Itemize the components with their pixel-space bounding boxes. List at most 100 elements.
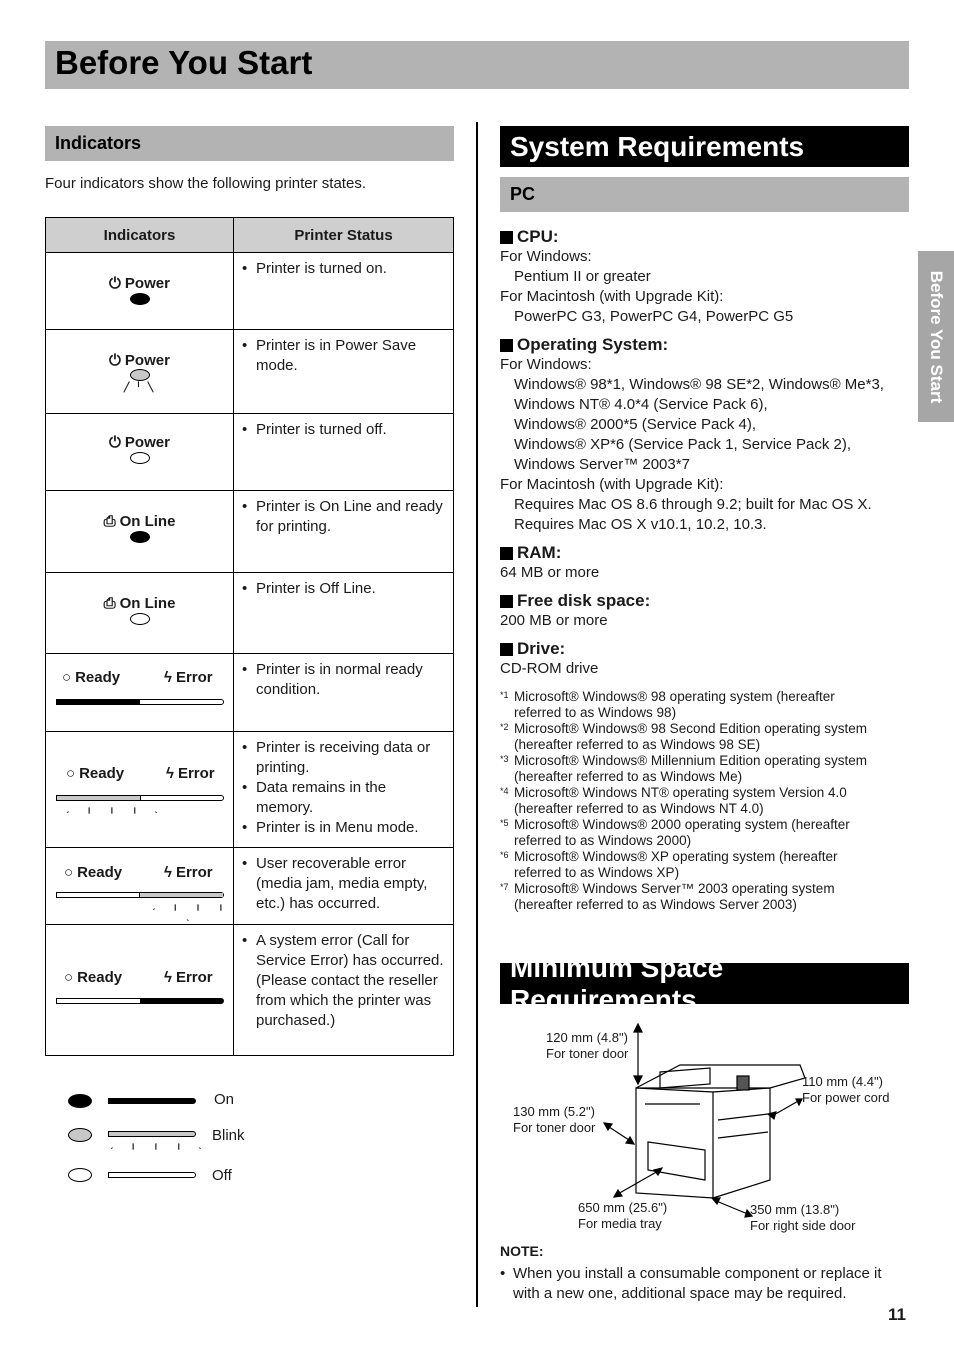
led-off-icon (129, 613, 150, 625)
system-requirements-heading: System Requirements (510, 130, 805, 162)
table-row: ⎙On Line Printer is Off Line. (45, 572, 454, 654)
led-on-icon (68, 1094, 92, 1108)
footnote-line: Microsoft® Windows NT® operating system … (514, 785, 847, 800)
ready-error-bar (56, 795, 224, 801)
os-label: Operating System: (517, 335, 669, 354)
status-cell: Printer is turned off. (233, 413, 454, 491)
disk-value: 200 MB or more (500, 612, 608, 629)
status-item: User recoverable error (media jam, media… (242, 854, 447, 914)
status-item: Data remains in the memory. (242, 778, 447, 818)
status-item: Printer is receiving data or printing. (242, 738, 447, 778)
ready-icon: ○ (66, 765, 76, 782)
indicator-label: On Line (119, 513, 176, 530)
power-icon: ⏻ (109, 275, 121, 292)
ready-error-bar (56, 699, 224, 705)
status-item: Printer is turned on. (242, 259, 447, 279)
table-row: ○Ready ϟError ˏ ╷ ╷ ╷ ˎ Printer is recei… (45, 731, 454, 848)
callout-dim: 350 mm (13.8") (750, 1202, 840, 1217)
legend-item-blink: ˏ ╷ ╷ ╷ ˎ Blink (68, 1127, 328, 1166)
error-segment-blink (139, 893, 223, 897)
page-title-bar: Before You Start (45, 41, 909, 89)
indicator-label: On Line (119, 595, 176, 612)
drive-value: CD-ROM drive (500, 660, 599, 677)
footnote-mark: *2 (500, 722, 509, 732)
footnote-line: (hereafter referred to as Windows 98 SE) (514, 737, 761, 752)
legend-label: On (214, 1091, 235, 1108)
status-cell: A system error (Call for Service Error) … (233, 924, 454, 1056)
status-cell: Printer is turned on. (233, 252, 454, 330)
os-mac-line: Requires Mac OS 8.6 through 9.2; built f… (514, 496, 872, 513)
cpu-mac-value: PowerPC G3, PowerPC G4, PowerPC G5 (514, 308, 794, 325)
footnote-line: Microsoft® Windows® XP operating system … (514, 849, 838, 864)
footnote-line: referred to as Windows 2000) (514, 833, 692, 848)
cpu-heading: CPU: (500, 227, 910, 247)
footnote-line: Microsoft® Windows® 98 Second Edition op… (514, 721, 868, 736)
status-item: A system error (Call for Service Error) … (242, 931, 447, 1031)
footnote: *2 Microsoft® Windows® 98 Second Edition … (500, 721, 910, 753)
footnote: *3 Microsoft® Windows® Millennium Edition… (500, 753, 910, 785)
side-tab-label: Before You Start (927, 270, 946, 403)
space-diagram: 120 mm (4.8") For toner door 110 mm (4.4"… (500, 1020, 910, 1240)
bullet-icon: • (500, 1265, 506, 1282)
footnote-line: (hereafter referred to as Windows Server… (514, 897, 797, 912)
blink-rays-icon: ˏ ╷ ╷ ╷ ˎ (66, 803, 165, 814)
status-item: Printer is in Power Save mode. (242, 336, 447, 376)
indicator-cell: ⏻ Power ╱ ╵ ╲ (45, 329, 234, 414)
status-cell: Printer is in Power Save mode. (233, 329, 454, 414)
callout-dim: 110 mm (4.4") (802, 1074, 883, 1089)
ram-heading: RAM: (500, 543, 910, 563)
bar-on-icon (108, 1098, 196, 1104)
led-on-icon (129, 293, 150, 305)
ready-icon: ○ (64, 969, 74, 986)
footnote-line: (hereafter referred to as Windows Me) (514, 769, 743, 784)
status-item: Printer is turned off. (242, 420, 447, 440)
legend-item-on: On (68, 1090, 328, 1128)
footnote-line: (hereafter referred to as Windows NT 4.0… (514, 801, 764, 816)
legend-label: Blink (212, 1127, 245, 1144)
indicator-label: Power (124, 352, 170, 369)
cpu-mac-label: For Macintosh (with Upgrade Kit): (500, 288, 724, 305)
requirements-body: CPU: For Windows: Pentium II or greater … (500, 227, 910, 913)
error-icon: ϟ (166, 765, 174, 782)
bullet-square-icon (500, 642, 513, 656)
status-cell: Printer is receiving data or printing. D… (233, 731, 454, 848)
bar-off-icon (108, 1172, 196, 1178)
indicators-intro: Four indicators show the following print… (45, 175, 366, 192)
os-heading: Operating System: (500, 335, 910, 355)
os-mac-line: Requires Mac OS X v10.1, 10.2, 10.3. (514, 516, 767, 533)
callout-front: 650 mm (25.6") For media tray (578, 1200, 667, 1232)
error-icon: ϟ (164, 669, 172, 686)
error-segment-on (140, 999, 223, 1003)
callout-top: 120 mm (4.8") For toner door (546, 1030, 628, 1062)
indicator-label: Error (175, 969, 213, 986)
footnote-mark: *1 (500, 690, 509, 700)
system-requirements-heading-bar: System Requirements (500, 126, 909, 167)
table-header-status: Printer Status (233, 217, 454, 253)
space-heading-bar: Minimum Space Requirements (500, 952, 909, 1015)
table-row: ○Ready ϟError A system error (Call for S… (45, 924, 454, 1056)
status-cell: User recoverable error (media jam, media… (233, 847, 454, 925)
status-item: Printer is Off Line. (242, 579, 447, 599)
indicator-cell: ⎙ On Line (45, 572, 234, 654)
pc-heading-bar: PC (500, 177, 909, 212)
bullet-square-icon (500, 594, 513, 608)
callout-for: For power cord (802, 1090, 890, 1105)
ready-icon: ○ (64, 864, 74, 881)
drive-label: Drive: (517, 639, 566, 658)
bullet-square-icon (500, 546, 513, 560)
callout-right: 110 mm (4.4") For power cord (802, 1074, 889, 1106)
column-divider (476, 122, 478, 1307)
cpu-label: CPU: (517, 227, 559, 246)
status-item: Printer is On Line and ready for printin… (242, 497, 447, 537)
indicator-label: Power (124, 434, 170, 451)
indicator-label: Power (124, 275, 170, 292)
bullet-square-icon (500, 338, 513, 352)
ready-error-bar (56, 998, 224, 1004)
indicator-cell: ⎙ On Line (45, 490, 234, 573)
printer-icon: ⎙ (103, 595, 116, 612)
footnote-line: referred to as Windows 98) (514, 705, 677, 720)
footnotes: *1 Microsoft® Windows® 98 operating syste… (500, 689, 910, 913)
page-number: 11 (888, 1305, 906, 1324)
blink-rays-icon: ˏ ╷ ╷ ╷ ˎ (110, 1139, 209, 1150)
note-text: When you install a consumable component … (513, 1265, 882, 1302)
